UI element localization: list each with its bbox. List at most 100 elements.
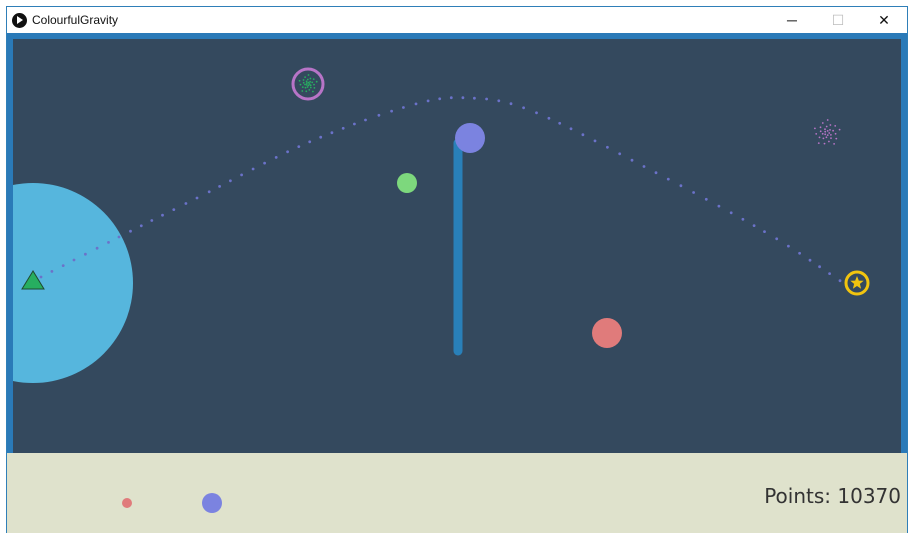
spiral-dot [828, 132, 831, 134]
trajectory-dot [172, 208, 176, 212]
title-bar[interactable]: ColourfulGravity ─ ☐ ✕ [7, 7, 907, 33]
trajectory-dot [763, 230, 766, 234]
spiral-dot [301, 86, 304, 88]
spiral-dot [821, 132, 824, 135]
trajectory-dot [692, 191, 695, 194]
game-scene[interactable] [7, 33, 907, 453]
spiral-dot [313, 87, 316, 89]
spiral-dot [309, 77, 312, 80]
trajectory-dot [775, 237, 779, 241]
trajectory-dot [606, 145, 609, 149]
trajectory-dot [581, 133, 585, 137]
spiral-dot [313, 83, 315, 86]
trajectory-dot [319, 135, 323, 139]
trajectory-dot [184, 202, 188, 205]
spiral-dot [307, 74, 310, 76]
spiral-dot [835, 137, 838, 140]
spiral-dot [824, 128, 826, 131]
trajectory-dot [150, 219, 154, 222]
spiral-dot [304, 76, 306, 78]
trajectory-dot [535, 111, 538, 115]
spiral-dot [315, 80, 318, 83]
trajectory-dot [274, 156, 278, 159]
spiral-dot [817, 142, 820, 144]
trajectory-dot [240, 173, 244, 177]
trajectory-dot [207, 190, 211, 194]
spiral-dot [834, 125, 837, 127]
trajectory-dot [353, 122, 356, 126]
inventory [122, 493, 222, 513]
spiral-dot [305, 82, 308, 84]
trajectory-dot [95, 246, 99, 250]
spiral-dot [825, 136, 828, 139]
spiral-dot [298, 79, 301, 82]
inventory-orb-red[interactable] [122, 498, 132, 508]
trajectory-dot [39, 275, 43, 279]
spiral-dot [308, 89, 311, 91]
spiral-dot [302, 79, 305, 81]
spiral-dot [311, 81, 314, 84]
spiral-dot [823, 142, 826, 145]
spiral-dot [838, 128, 841, 131]
maximize-button[interactable]: ☐ [815, 7, 861, 33]
spiral-dot [302, 81, 305, 84]
spiral-dot [305, 80, 308, 83]
trajectory-dot [752, 224, 756, 228]
trajectory-dot [229, 179, 232, 183]
trajectory-dot [286, 150, 289, 154]
trajectory-dot [630, 158, 634, 162]
app-window: ColourfulGravity ─ ☐ ✕ Points: 10370 [6, 6, 908, 533]
trajectory-dot [50, 270, 54, 273]
trajectory-dot [729, 211, 733, 215]
orb-blue[interactable] [455, 123, 485, 153]
spiral-dot [304, 83, 306, 86]
trajectory-dot [569, 127, 573, 131]
trajectory-dot [666, 177, 670, 181]
spiral-dot [306, 86, 309, 88]
minimize-button[interactable]: ─ [769, 7, 815, 33]
trajectory-dot [818, 265, 821, 269]
spiral-dot [826, 134, 829, 136]
trajectory-dot [438, 97, 442, 101]
trajectory-dot [522, 106, 525, 110]
trajectory-dot [473, 96, 476, 100]
spiral-dot [312, 78, 315, 80]
spiral-dot [822, 137, 825, 140]
spiral-dot [307, 81, 310, 84]
spiral-dot [305, 84, 308, 86]
trajectory-dot [593, 139, 597, 143]
game-canvas[interactable] [7, 33, 907, 453]
trajectory-dot [107, 241, 110, 244]
spiral-dot [830, 137, 832, 139]
inventory-orb-blue[interactable] [202, 493, 222, 513]
trajectory-dot [330, 131, 334, 135]
spiral-dot [832, 129, 834, 132]
trajectory-dot [218, 185, 222, 188]
orb-green[interactable] [397, 173, 417, 193]
trajectory-dot [117, 235, 121, 239]
spiral-dot [307, 84, 310, 87]
spiral-dot [829, 124, 832, 126]
trajectory-dot [642, 165, 646, 168]
close-button[interactable]: ✕ [861, 7, 907, 33]
trajectory-dot [61, 264, 65, 267]
trajectory-dot [618, 152, 622, 156]
orb-red[interactable] [592, 318, 622, 348]
spiral-dot [828, 140, 830, 143]
trajectory-dot [129, 229, 132, 233]
spiral-dot [826, 130, 829, 132]
trajectory-dot [741, 217, 745, 221]
trajectory-dot [717, 204, 721, 208]
hud-panel: Points: 10370 [7, 453, 907, 533]
trajectory-dot [84, 252, 87, 256]
trajectory-dot [377, 113, 381, 117]
trajectory-dot [679, 184, 683, 188]
spiral-dot [305, 90, 308, 93]
spiral-dot [818, 136, 821, 139]
trajectory-dot [308, 140, 312, 144]
spiral-dot [830, 134, 832, 136]
trajectory-dot [251, 167, 255, 171]
trajectory-dot [449, 96, 453, 100]
spiral-dot [824, 130, 827, 133]
trajectory-dot [341, 126, 345, 130]
